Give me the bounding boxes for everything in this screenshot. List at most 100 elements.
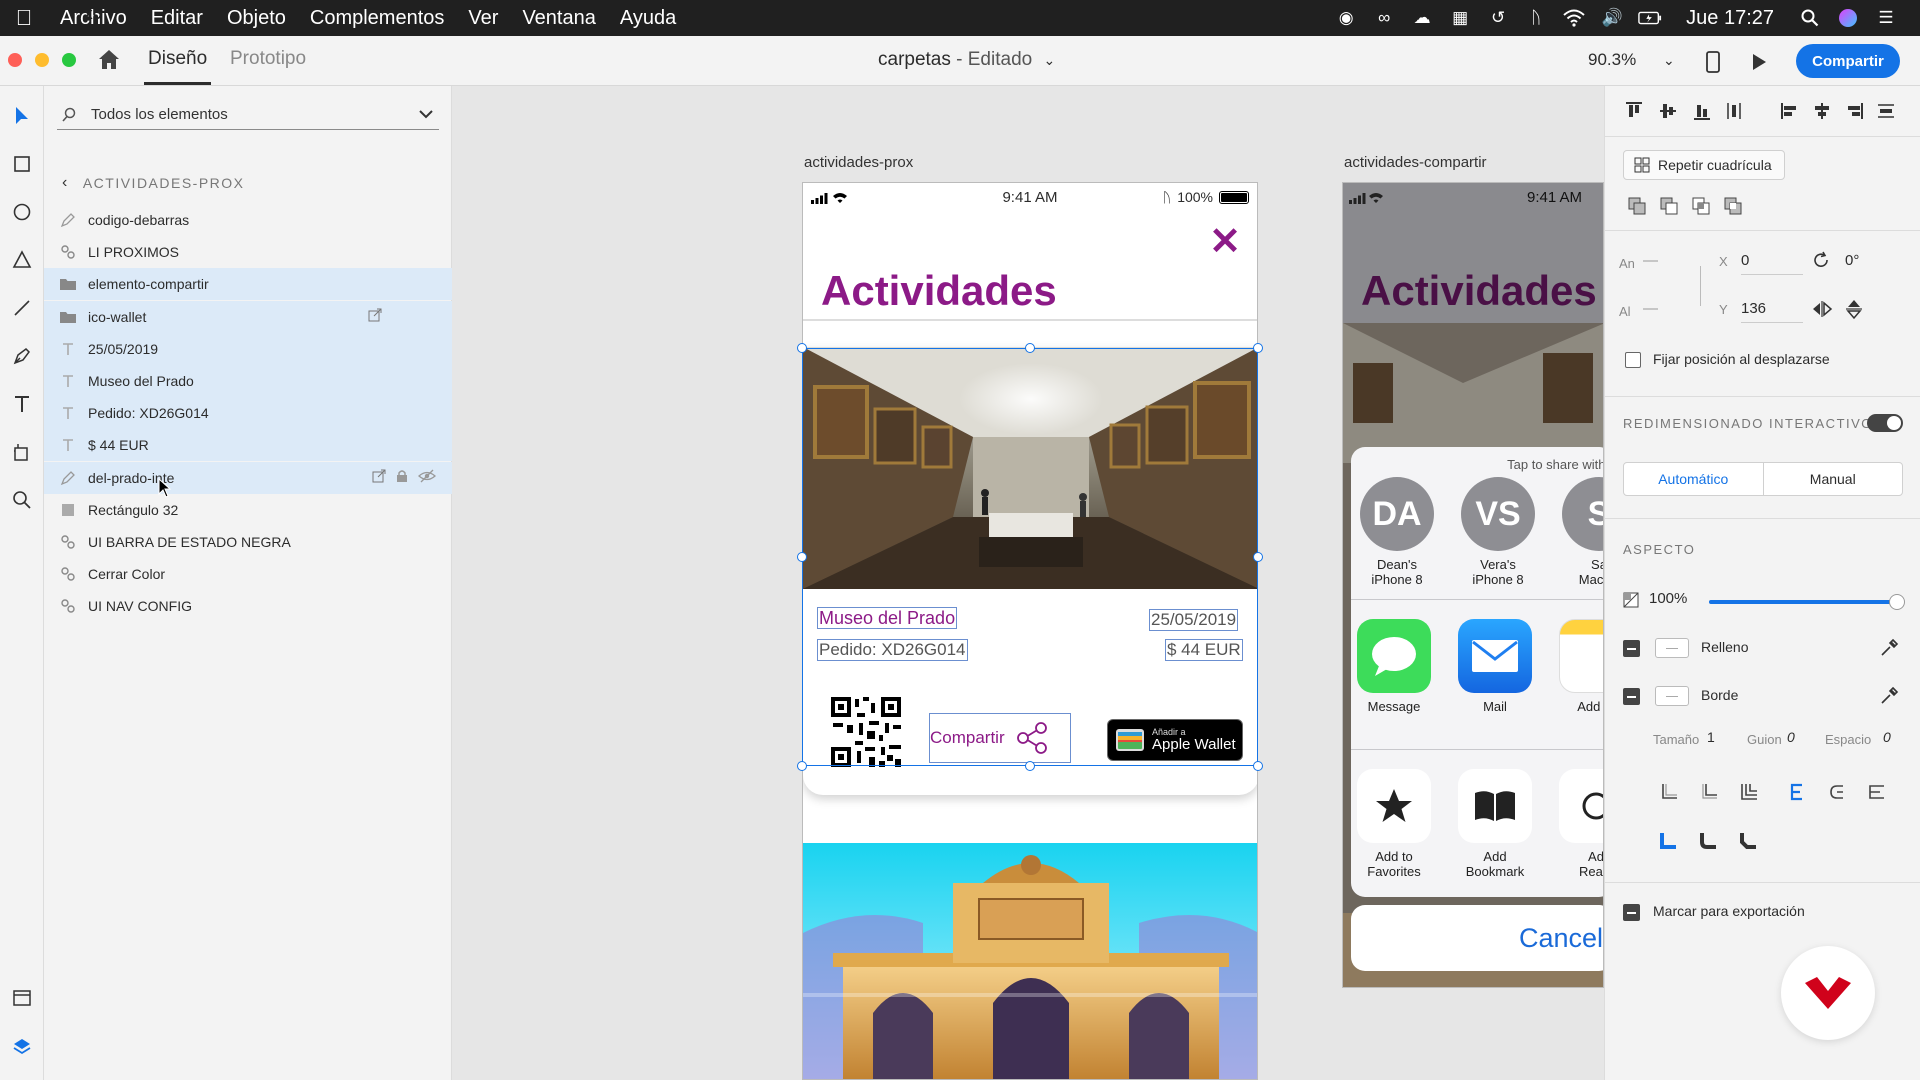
- align-top-icon[interactable]: [1623, 100, 1645, 122]
- zoom-tool-icon[interactable]: [6, 484, 38, 516]
- layer-row[interactable]: UI BARRA DE ESTADO NEGRA: [44, 526, 452, 558]
- resize-handle-bottom[interactable]: [1025, 761, 1035, 771]
- rectangle-tool-icon[interactable]: [6, 148, 38, 180]
- tab-prototype[interactable]: Prototipo: [230, 48, 306, 70]
- airdrop-contact[interactable]: DA Dean's iPhone 8: [1357, 477, 1437, 587]
- stroke-size-field[interactable]: 1: [1707, 729, 1715, 745]
- resize-handle-top[interactable]: [1025, 343, 1035, 353]
- layer-row[interactable]: Pedido: XD26G014: [44, 397, 452, 430]
- layer-row[interactable]: 25/05/2019: [44, 332, 452, 365]
- align-middle-icon[interactable]: [1657, 100, 1679, 122]
- share-app-mail[interactable]: Mail: [1450, 619, 1540, 714]
- cloud-icon[interactable]: ☁: [1410, 8, 1434, 28]
- artboard-label-actividades-compartir[interactable]: actividades-compartir: [1344, 154, 1487, 171]
- menu-app-name[interactable]: XD: [48, 7, 138, 22]
- share-app-message[interactable]: Message: [1351, 619, 1439, 714]
- plugin-logo-icon[interactable]: [1781, 946, 1875, 1040]
- cap-bevel-icon[interactable]: [1735, 826, 1763, 854]
- align-right-icon[interactable]: [1843, 100, 1865, 122]
- align-center-icon[interactable]: [1811, 100, 1833, 122]
- open-external-icon[interactable]: [372, 469, 386, 486]
- bluetooth-icon[interactable]: ᚢ: [1524, 8, 1548, 28]
- hide-eye-icon[interactable]: [418, 469, 436, 486]
- record-icon[interactable]: ◉: [1334, 8, 1358, 28]
- menu-ver[interactable]: Ver: [456, 7, 510, 30]
- y-field[interactable]: 136: [1741, 300, 1766, 317]
- canvas[interactable]: actividades-prox actividades-compartir 9…: [452, 86, 1604, 1080]
- close-window-button[interactable]: [8, 53, 22, 67]
- eyedropper-icon[interactable]: [1879, 686, 1899, 711]
- share-button[interactable]: Compartir: [1796, 44, 1900, 78]
- border-swatch[interactable]: [1655, 686, 1689, 706]
- rotate-icon[interactable]: [1811, 250, 1831, 275]
- polygon-tool-icon[interactable]: [6, 244, 38, 276]
- chevron-down-icon[interactable]: [419, 106, 433, 124]
- stroke-inside-icon[interactable]: [1655, 778, 1683, 806]
- resize-auto-button[interactable]: Automático: [1624, 463, 1764, 495]
- stroke-center-icon[interactable]: [1695, 778, 1723, 806]
- resize-handle-left[interactable]: [797, 552, 807, 562]
- zoom-level[interactable]: 90.3% ⌄: [1588, 50, 1675, 70]
- zoom-window-button[interactable]: [62, 53, 76, 67]
- resize-handle-right[interactable]: [1253, 552, 1263, 562]
- boolean-exclude-icon[interactable]: [1719, 192, 1747, 220]
- cap-round-icon[interactable]: [1695, 826, 1723, 854]
- cancel-button[interactable]: Cancela: [1351, 905, 1603, 971]
- layer-row[interactable]: $ 44 EUR: [44, 429, 452, 462]
- opacity-slider-knob[interactable]: [1889, 594, 1905, 610]
- home-icon[interactable]: [96, 47, 124, 75]
- menu-ventana[interactable]: Ventana: [510, 7, 607, 30]
- join-round-icon[interactable]: [1823, 778, 1851, 806]
- spotlight-search-icon[interactable]: [1798, 8, 1822, 28]
- share-sheet[interactable]: Tap to share with A DA Dean's iPhone 8 V…: [1351, 447, 1603, 897]
- align-bottom-icon[interactable]: [1691, 100, 1713, 122]
- join-miter-icon[interactable]: [1783, 778, 1811, 806]
- flip-vertical-icon[interactable]: [1845, 298, 1863, 325]
- close-icon[interactable]: ✕: [1209, 219, 1241, 264]
- resize-handle-top-left[interactable]: [797, 343, 807, 353]
- ellipse-tool-icon[interactable]: [6, 196, 38, 228]
- fill-toggle[interactable]: [1623, 640, 1640, 657]
- open-external-icon[interactable]: [368, 308, 382, 325]
- apple-icon[interactable]: : [0, 5, 48, 31]
- layer-row[interactable]: ico-wallet: [44, 300, 452, 333]
- airdrop-contact[interactable]: S Sa MacBo: [1559, 477, 1603, 587]
- x-field[interactable]: 0: [1741, 252, 1749, 269]
- siri-icon[interactable]: [1836, 8, 1860, 28]
- resize-handle-top-right[interactable]: [1253, 343, 1263, 353]
- menu-objeto[interactable]: Objeto: [215, 7, 298, 30]
- fix-position-checkbox[interactable]: [1625, 352, 1641, 368]
- repeat-grid-button[interactable]: Repetir cuadrícula: [1623, 150, 1785, 180]
- share-action-favorites[interactable]: Add to Favorites: [1351, 769, 1439, 879]
- time-machine-icon[interactable]: ↺: [1486, 8, 1510, 28]
- opacity-value[interactable]: 100%: [1649, 590, 1687, 607]
- height-field[interactable]: —: [1643, 300, 1658, 317]
- resize-handle-bottom-left[interactable]: [797, 761, 807, 771]
- line-tool-icon[interactable]: [6, 292, 38, 324]
- network-drive-icon[interactable]: ▦: [1448, 8, 1472, 28]
- layer-row[interactable]: Cerrar Color: [44, 558, 452, 590]
- join-bevel-icon[interactable]: [1863, 778, 1891, 806]
- layer-row[interactable]: UI NAV CONFIG: [44, 590, 452, 622]
- assets-panel-icon[interactable]: [6, 982, 38, 1014]
- text-tool-icon[interactable]: [6, 388, 38, 420]
- layer-row[interactable]: del-prado-inte: [44, 461, 452, 494]
- layer-row[interactable]: Museo del Prado: [44, 365, 452, 397]
- share-action-reading-list[interactable]: Ad Readi: [1551, 769, 1603, 879]
- select-tool-icon[interactable]: [6, 100, 38, 132]
- chevron-left-icon[interactable]: ‹: [62, 174, 69, 192]
- width-field[interactable]: —: [1643, 252, 1658, 269]
- lock-icon[interactable]: [396, 469, 408, 486]
- resize-handle-bottom-right[interactable]: [1253, 761, 1263, 771]
- flip-horizontal-icon[interactable]: [1811, 300, 1833, 323]
- align-left-icon[interactable]: [1779, 100, 1801, 122]
- volume-icon[interactable]: 🔊: [1600, 8, 1624, 28]
- distribute-horizontal-icon[interactable]: [1875, 100, 1897, 122]
- layer-row[interactable]: elemento-compartir: [44, 268, 452, 301]
- menu-editar[interactable]: Editar: [139, 7, 215, 30]
- device-preview-icon[interactable]: [1700, 49, 1726, 75]
- wifi-icon[interactable]: [1562, 8, 1586, 28]
- tab-design[interactable]: Diseño: [143, 48, 212, 85]
- boolean-subtract-icon[interactable]: [1655, 192, 1683, 220]
- artboard-tool-icon[interactable]: [6, 436, 38, 468]
